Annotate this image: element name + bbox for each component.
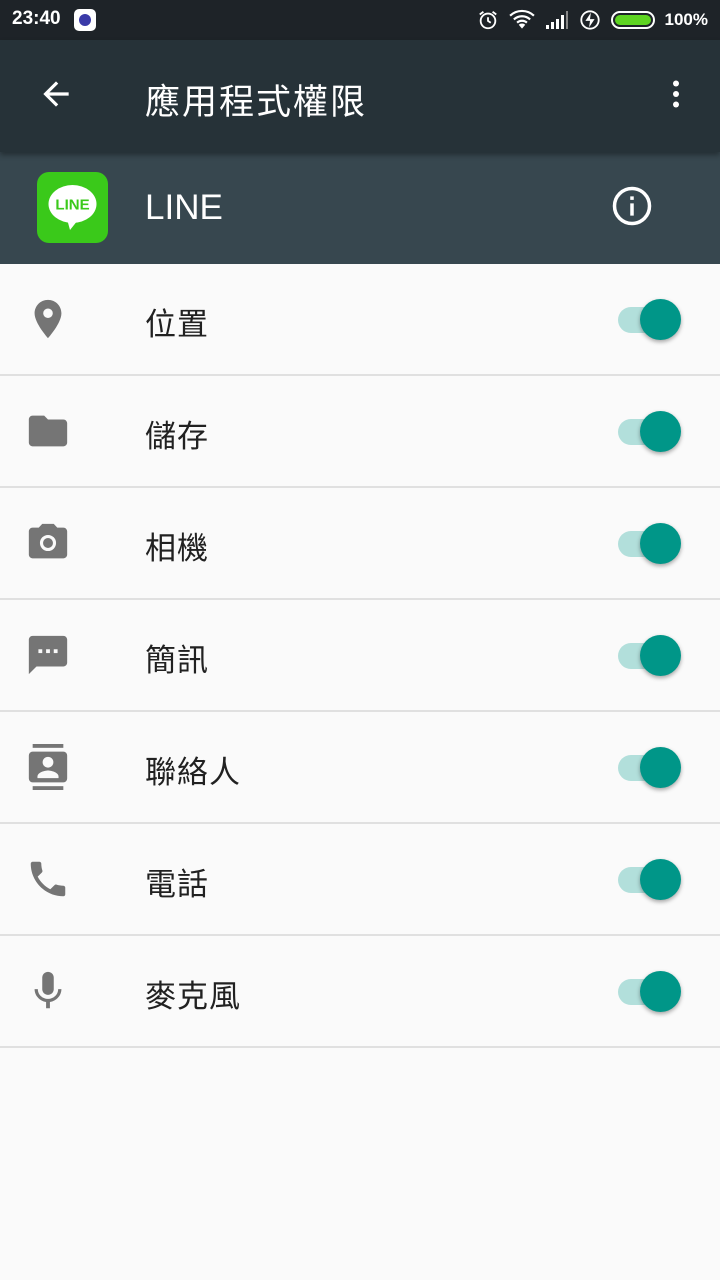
battery-level [614, 15, 651, 25]
switch-thumb [640, 523, 681, 564]
permission-label: 麥克風 [145, 979, 241, 1015]
app-info-button[interactable] [604, 180, 660, 236]
app-icon-text: LINE [55, 197, 89, 214]
app-header: LINE LINE [0, 152, 720, 264]
status-icons: 100% [477, 0, 708, 40]
permission-toggle-phone[interactable] [616, 857, 686, 901]
battery-percent: 100% [664, 10, 708, 29]
back-button[interactable] [28, 68, 84, 124]
permission-toggle-sms[interactable] [616, 633, 686, 677]
alarm-icon [477, 9, 499, 31]
permission-row-storage[interactable]: 儲存 [0, 376, 720, 488]
permission-toggle-storage[interactable] [616, 409, 686, 453]
permission-label: 簡訊 [145, 643, 209, 679]
signal-icon [545, 10, 569, 30]
microphone-icon [24, 967, 72, 1015]
switch-thumb [640, 299, 681, 340]
message-icon [24, 631, 72, 679]
permission-label: 儲存 [145, 419, 209, 455]
permission-row-camera[interactable]: 相機 [0, 488, 720, 600]
permission-label: 位置 [145, 307, 209, 343]
permission-toggle-microphone[interactable] [616, 969, 686, 1013]
permission-row-location[interactable]: 位置 [0, 264, 720, 376]
switch-thumb [640, 971, 681, 1012]
info-icon [611, 185, 653, 231]
camera-icon [24, 519, 72, 567]
battery-icon [610, 11, 655, 29]
switch-thumb [640, 635, 681, 676]
toolbar: 應用程式權限 [0, 40, 720, 152]
charging-icon [579, 9, 601, 31]
contacts-icon [24, 743, 72, 791]
status-time: 23:40 [12, 8, 61, 29]
app-name: LINE [145, 188, 223, 227]
permission-row-microphone[interactable]: 麥克風 [0, 936, 720, 1048]
permission-toggle-camera[interactable] [616, 521, 686, 565]
permission-row-contacts[interactable]: 聯絡人 [0, 712, 720, 824]
line-app-icon: LINE [37, 172, 108, 243]
permission-toggle-contacts[interactable] [616, 745, 686, 789]
phone-icon [24, 855, 72, 903]
arrow-back-icon [37, 75, 75, 117]
permission-label: 聯絡人 [145, 755, 241, 791]
status-bar: 23:40 100% [0, 0, 720, 40]
switch-thumb [640, 859, 681, 900]
location-pin-icon [24, 295, 72, 343]
notification-app-icon [74, 9, 96, 31]
folder-icon [24, 407, 72, 455]
more-vert-icon [658, 76, 694, 116]
permission-label: 相機 [145, 531, 209, 567]
wifi-icon [508, 9, 535, 31]
permission-row-sms[interactable]: 簡訊 [0, 600, 720, 712]
page-title: 應用程式權限 [145, 83, 368, 123]
permission-toggle-location[interactable] [616, 297, 686, 341]
more-options-button[interactable] [648, 68, 704, 124]
permission-list: 位置 儲存 相機 簡訊 聯絡人 電話 麥克風 [0, 264, 720, 1048]
permission-label: 電話 [145, 867, 209, 903]
permission-row-phone[interactable]: 電話 [0, 824, 720, 936]
switch-thumb [640, 747, 681, 788]
switch-thumb [640, 411, 681, 452]
